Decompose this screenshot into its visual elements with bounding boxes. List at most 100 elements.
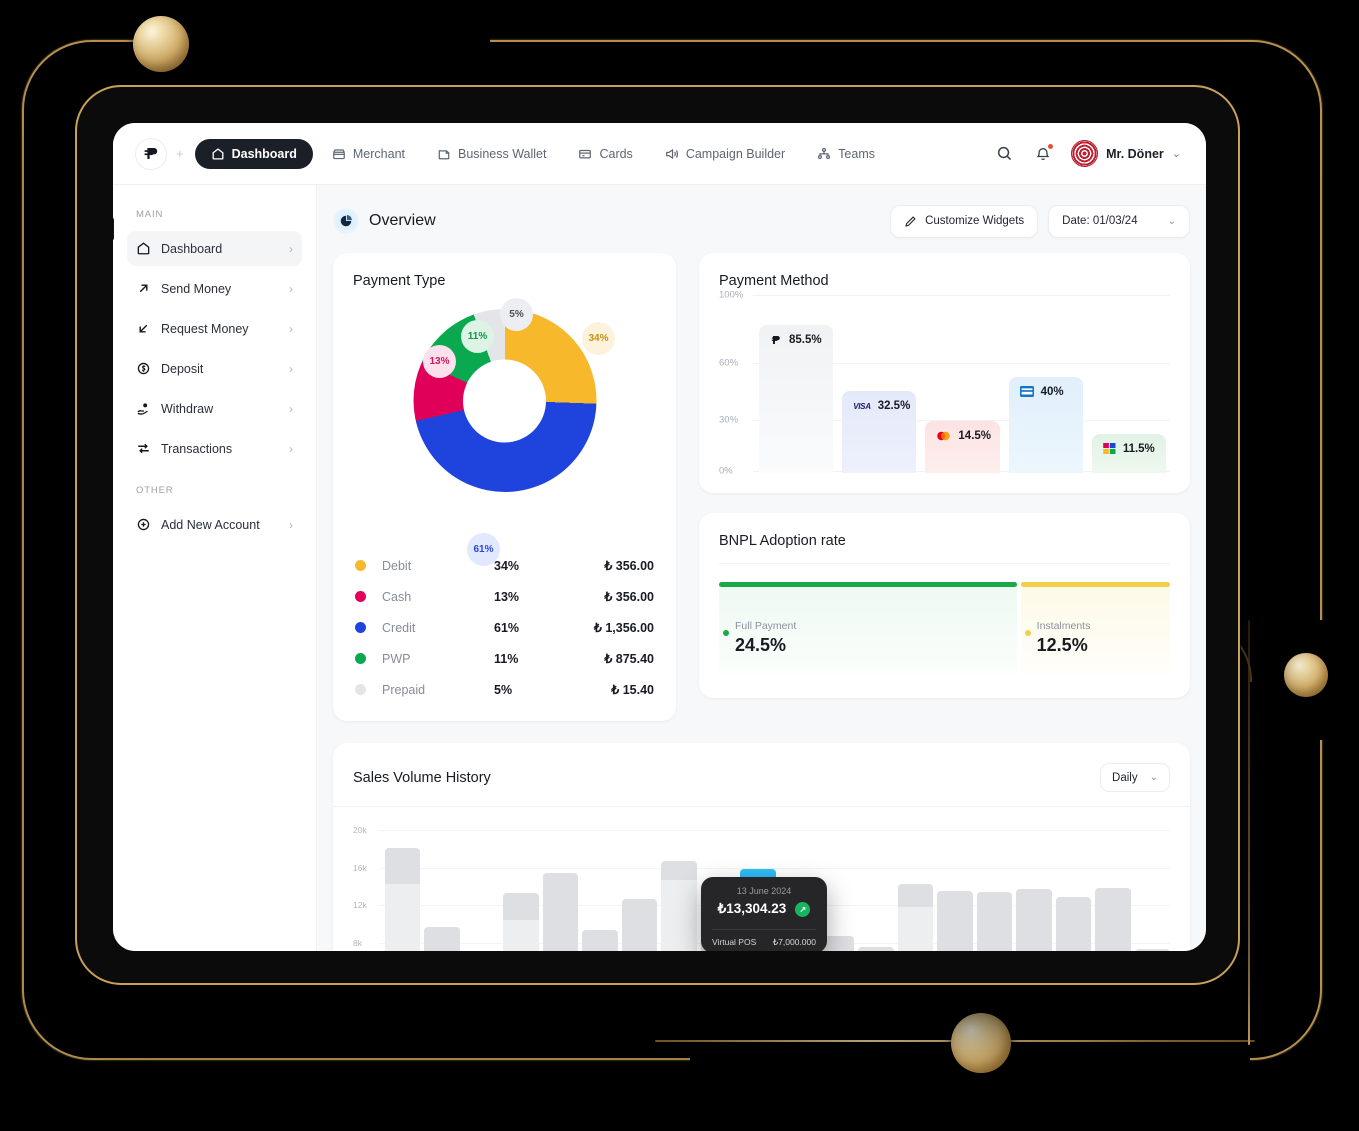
- coin-icon: [137, 362, 150, 375]
- bar-papara[interactable]: 85.5%: [759, 325, 834, 473]
- bnpl-dot-full-payment: [723, 630, 729, 636]
- user-menu[interactable]: Mr. Döner ⌄: [1071, 140, 1181, 167]
- bar-amex[interactable]: 11.5%: [1091, 433, 1167, 473]
- nav-item-dashboard[interactable]: Dashboard: [194, 138, 313, 169]
- sales-bar[interactable]: [858, 947, 894, 951]
- sales-bar[interactable]: [976, 891, 1013, 951]
- y-tick: 100%: [719, 289, 744, 301]
- sidebar-group-main: MAIN: [136, 209, 164, 220]
- legend-percent: 5%: [494, 682, 513, 697]
- legend-amount: ₺ 875.40: [604, 652, 654, 666]
- sidebar-item-add-new-account[interactable]: Add New Account ›: [127, 507, 302, 542]
- legend-color-dot: [355, 560, 366, 571]
- sales-bar[interactable]: [542, 872, 579, 951]
- sidebar-item-label: Send Money: [161, 281, 232, 296]
- legend-row[interactable]: Cash 13% ₺ 356.00: [353, 581, 656, 612]
- sidebar-item-label: Withdraw: [161, 401, 214, 416]
- sidebar-item-transactions[interactable]: Transactions ›: [127, 431, 302, 466]
- legend-row[interactable]: Debit 34% ₺ 356.00: [353, 550, 656, 581]
- sales-bar[interactable]: [1095, 887, 1131, 951]
- bnpl-label: Instalments: [1036, 620, 1091, 632]
- nav-right-actions: Mr. Döner ⌄: [993, 140, 1181, 167]
- bar-label: 14.5%: [936, 430, 991, 442]
- hand-coin-icon: [137, 403, 148, 415]
- sales-bar[interactable]: [1016, 889, 1052, 951]
- legend-row[interactable]: PWP 11% ₺ 875.40: [353, 643, 656, 674]
- sales-bar[interactable]: [897, 883, 934, 951]
- transfer-icon: [138, 443, 149, 454]
- bnpl-segment-instalments[interactable]: Instalments 12.5%: [1020, 582, 1170, 674]
- y-tick: 8k: [353, 937, 362, 948]
- y-tick: 16k: [353, 862, 367, 873]
- date-selector[interactable]: Date: 01/03/24 ⌄: [1048, 204, 1190, 238]
- papara-icon: [771, 336, 780, 345]
- notification-badge: [1048, 143, 1054, 149]
- donut-label-cash: 13%: [423, 345, 456, 378]
- divider: [333, 806, 1190, 807]
- sales-bar[interactable]: [937, 890, 973, 951]
- sales-bar[interactable]: [621, 898, 658, 951]
- sales-bar[interactable]: [582, 930, 618, 951]
- date-label: Date: 01/03/24: [1062, 215, 1138, 227]
- page-title: Overview: [369, 212, 436, 229]
- payment-type-legend: Debit 34% ₺ 356.00 Cash 13% ₺ 356.00 Cre…: [353, 550, 656, 705]
- sidebar-item-label: Request Money: [161, 321, 249, 336]
- y-tick: 30%: [719, 414, 739, 426]
- sales-bar[interactable]: [424, 926, 460, 951]
- bar-visa[interactable]: VISA 32.5%: [842, 391, 917, 473]
- bnpl-bar-full-payment: [719, 582, 1017, 587]
- donut-label-credit: 61%: [467, 533, 500, 566]
- sales-bar[interactable]: [503, 892, 539, 951]
- chevron-right-icon: ›: [289, 241, 293, 256]
- legend-percent: 61%: [494, 620, 520, 635]
- nav-label: Campaign Builder: [685, 146, 786, 161]
- bar-label: 11.5%: [1103, 443, 1155, 455]
- chevron-right-icon: ›: [289, 321, 293, 336]
- nav-item-teams[interactable]: Teams: [804, 140, 888, 168]
- bar-mastercard[interactable]: 14.5%: [925, 421, 1000, 473]
- bar-troy[interactable]: 40%: [1008, 376, 1083, 473]
- nav-item-cards[interactable]: Cards: [565, 140, 645, 168]
- scene-root: + Dashboard Merchant Business Wallet Car…: [0, 0, 1359, 1131]
- brand-plus-icon: +: [176, 146, 184, 161]
- nav-label: Teams: [838, 146, 875, 161]
- pie-chart-icon: [333, 208, 359, 234]
- tablet-screen: + Dashboard Merchant Business Wallet Car…: [113, 123, 1206, 951]
- sidebar-item-send-money[interactable]: Send Money ›: [127, 271, 302, 306]
- brand-logo-icon[interactable]: [135, 137, 167, 170]
- sales-bar[interactable]: [1055, 897, 1092, 951]
- nav-item-merchant[interactable]: Merchant: [319, 140, 418, 168]
- bnpl-segment-full-payment[interactable]: Full Payment 24.5%: [719, 582, 1017, 674]
- home-icon: [212, 147, 224, 160]
- sidebar-item-withdraw[interactable]: Withdraw ›: [127, 391, 302, 426]
- top-cards-grid: Payment Type 34% 5% 11% 13% 61% Debit 34…: [333, 253, 1190, 721]
- chevron-right-icon: ›: [289, 441, 293, 456]
- chevron-right-icon: ›: [289, 517, 293, 532]
- nav-item-business-wallet[interactable]: Business Wallet: [424, 140, 559, 168]
- sidebar-item-request-money[interactable]: Request Money ›: [127, 311, 302, 346]
- legend-row[interactable]: Credit 61% ₺ 1,356.00: [353, 612, 656, 643]
- sidebar-item-label: Deposit: [161, 361, 204, 376]
- legend-row[interactable]: Prepaid 5% ₺ 15.40: [353, 674, 656, 705]
- sales-range-selector[interactable]: Daily ⌄: [1100, 763, 1170, 792]
- nav-item-campaign-builder[interactable]: Campaign Builder: [652, 140, 798, 168]
- wallet-icon: [438, 149, 450, 159]
- sidebar-item-dashboard[interactable]: Dashboard ›: [127, 231, 302, 266]
- sales-header: Sales Volume History Daily ⌄: [353, 763, 1170, 792]
- bell-icon[interactable]: [1032, 143, 1054, 165]
- sales-bar[interactable]: [661, 860, 697, 951]
- customize-widgets-button[interactable]: Customize Widgets: [890, 204, 1039, 238]
- payment-type-donut-chart: 34% 5% 11% 13% 61%: [353, 295, 656, 566]
- bnpl-dot-instalments: [1024, 630, 1031, 636]
- decorative-pearl-top: [133, 16, 189, 72]
- legend-percent: 11%: [494, 651, 519, 666]
- visa-icon: VISA: [853, 401, 871, 411]
- sales-bar[interactable]: [1134, 949, 1171, 951]
- sales-bar[interactable]: [385, 848, 421, 951]
- home-icon: [137, 242, 150, 255]
- bnpl-label: Full Payment: [735, 620, 797, 632]
- legend-amount: ₺ 1,356.00: [593, 621, 654, 635]
- search-icon[interactable]: [993, 143, 1015, 165]
- store-icon: [333, 148, 345, 159]
- sidebar-item-deposit[interactable]: Deposit ›: [127, 351, 302, 386]
